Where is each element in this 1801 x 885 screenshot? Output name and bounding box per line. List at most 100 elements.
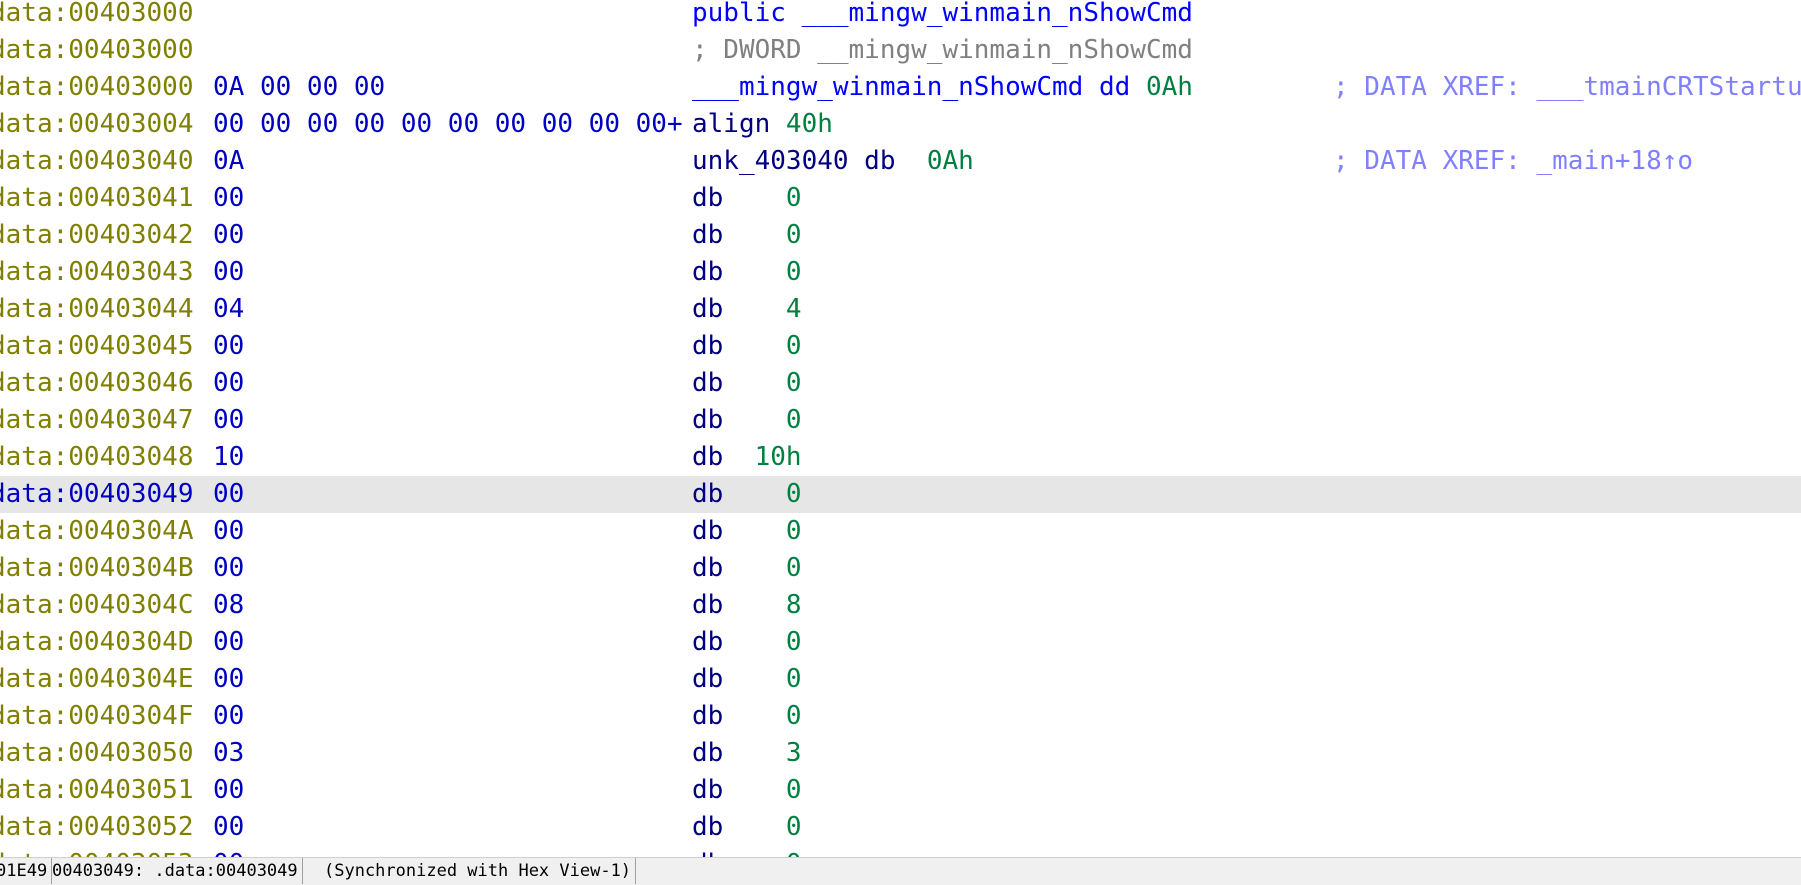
line-bytes: 00 [213,846,244,857]
listing-line-selected[interactable]: data:00403049 00 db 0 [0,476,1801,513]
line-address: data:00403044 [0,294,194,324]
line-instruction[interactable]: db 4 [692,291,802,328]
line-address: data:0040304A [0,516,194,546]
line-bytes: 00 [213,405,245,435]
listing-line[interactable]: data:00403044 04 db 4 [0,291,1801,328]
line-instruction[interactable]: db 0 [692,661,802,698]
instr-text: db [692,516,786,546]
instr-operand: 0Ah [926,146,974,176]
instr-text: db [692,442,755,472]
listing-line[interactable]: data:0040304E 00 db 0 [0,661,1801,698]
instr-operand: 0 [785,405,802,435]
line-instruction[interactable]: unk_403040 db 0Ah [692,143,974,180]
instr-text[interactable]: ___mingw_winmain_nShowCmd dd [692,72,1146,102]
line-instruction[interactable]: db 0 [692,328,802,365]
line-bytes: 10 [213,442,245,472]
instr-operand: 3 [785,738,802,768]
instr-text: db [692,479,786,509]
listing-line[interactable]: data:00403000 public ___mingw_winmain_nS… [0,0,1801,32]
instr-operand: 8 [785,590,802,620]
line-address: data:0040304F [0,701,194,731]
line-address: data:00403041 [0,183,194,213]
line-instruction[interactable]: db 0 [692,772,802,809]
instr-text[interactable]: unk_403040 db [692,146,927,176]
line-instruction[interactable]: db 0 [692,402,802,439]
instr-text: db [692,368,786,398]
listing-line[interactable]: data:00403048 10 db 10h [0,439,1801,476]
instr-operand: 0 [785,479,802,509]
instr-operand: 0 [785,775,802,805]
instr-text: db [692,220,786,250]
listing-line[interactable]: data:0040304C 08 db 8 [0,587,1801,624]
line-comment[interactable]: ; DATA XREF: ___tmainCRTStartu [1333,69,1801,106]
line-address: data:0040304B [0,553,194,583]
listing-line[interactable]: data:0040304A 00 db 0 [0,513,1801,550]
listing-line[interactable]: data:0040304B 00 db 0 [0,550,1801,587]
line-bytes: 08 [213,590,245,620]
line-instruction[interactable]: db 8 [692,587,802,624]
line-instruction[interactable]: db 0 [692,180,802,217]
instr-text: db [692,664,786,694]
line-comment[interactable]: ; DATA XREF: _main+18↑o [1333,143,1693,180]
line-instruction[interactable]: db 10h [692,439,802,476]
listing-line[interactable]: data:00403053 00 db 0 [0,846,1801,857]
instr-operand: 10h [754,442,802,472]
line-instruction[interactable]: db 0 [692,365,802,402]
instr-operand: 0 [785,553,802,583]
instr-operand: 0 [785,701,802,731]
line-bytes: 00 00 00 00 00 00 00 00 00 00+ [213,109,683,139]
instr-operand: 0 [785,516,802,546]
line-instruction[interactable]: db 3 [692,735,802,772]
line-instruction[interactable]: db 0 [692,624,802,661]
line-instruction[interactable]: db 0 [692,476,802,513]
line-instruction[interactable]: db 0 [692,513,802,550]
line-address: data:00403045 [0,331,194,361]
listing-line[interactable]: data:00403046 00 db 0 [0,365,1801,402]
instr-operand: 0 [785,331,802,361]
instr-text: align [692,109,786,139]
listing-line[interactable]: data:00403045 00 db 0 [0,328,1801,365]
line-instruction[interactable]: ___mingw_winmain_nShowCmd dd 0Ah [692,69,1193,106]
listing-line[interactable]: data:00403040 0A unk_403040 db 0Ah ; DAT… [0,143,1801,180]
listing-line[interactable]: data:00403051 00 db 0 [0,772,1801,809]
line-instruction[interactable]: db 0 [692,698,802,735]
line-address: data:00403049 [0,479,194,509]
instr-operand: 0 [786,849,802,857]
instr-text: db [692,590,786,620]
line-instruction[interactable]: db 0 [692,254,802,291]
listing-line[interactable]: data:00403047 00 db 0 [0,402,1801,439]
line-address: data:00403050 [0,738,194,768]
line-address: data:00403047 [0,405,194,435]
listing-line[interactable]: data:00403050 03 db 3 [0,735,1801,772]
listing-line[interactable]: data:0040304F 00 db 0 [0,698,1801,735]
line-instruction[interactable]: db 0 [692,550,802,587]
line-instruction[interactable]: align 40h [692,106,833,143]
instr-operand: 0 [785,664,802,694]
instr-text: db [692,294,786,324]
line-bytes: 00 [213,220,245,250]
instr-operand: 0 [785,257,802,287]
line-instruction[interactable]: db 0 [692,846,802,857]
line-bytes: 0A [213,146,245,176]
line-instruction[interactable]: db 0 [692,217,802,254]
line-address: data:00403000 [0,0,194,28]
listing-line[interactable]: data:00403000 ; DWORD __mingw_winmain_nS… [0,32,1801,69]
instr-text: db [692,812,786,842]
listing-lines: data:00403000 public ___mingw_winmain_nS… [0,0,1801,857]
instr-text: db [692,701,786,731]
listing-line[interactable]: data:00403000 0A 00 00 00 ___mingw_winma… [0,69,1801,106]
instr-text: db [692,183,786,213]
listing-line[interactable]: data:00403041 00 db 0 [0,180,1801,217]
listing-line[interactable]: data:00403042 00 db 0 [0,217,1801,254]
line-bytes: 00 [213,516,245,546]
listing-line[interactable]: data:00403052 00 db 0 [0,809,1801,846]
disassembly-listing[interactable]: data:00403000 public ___mingw_winmain_nS… [0,0,1801,857]
listing-line[interactable]: data:00403043 00 db 0 [0,254,1801,291]
listing-line[interactable]: data:0040304D 00 db 0 [0,624,1801,661]
line-bytes: 03 [213,738,245,768]
line-address: data:00403040 [0,146,194,176]
listing-line[interactable]: data:00403004 00 00 00 00 00 00 00 00 00… [0,106,1801,143]
instr-text: db [692,331,786,361]
line-instruction[interactable]: db 0 [692,809,802,846]
line-instruction[interactable]: public ___mingw_winmain_nShowCmd [692,0,1193,32]
